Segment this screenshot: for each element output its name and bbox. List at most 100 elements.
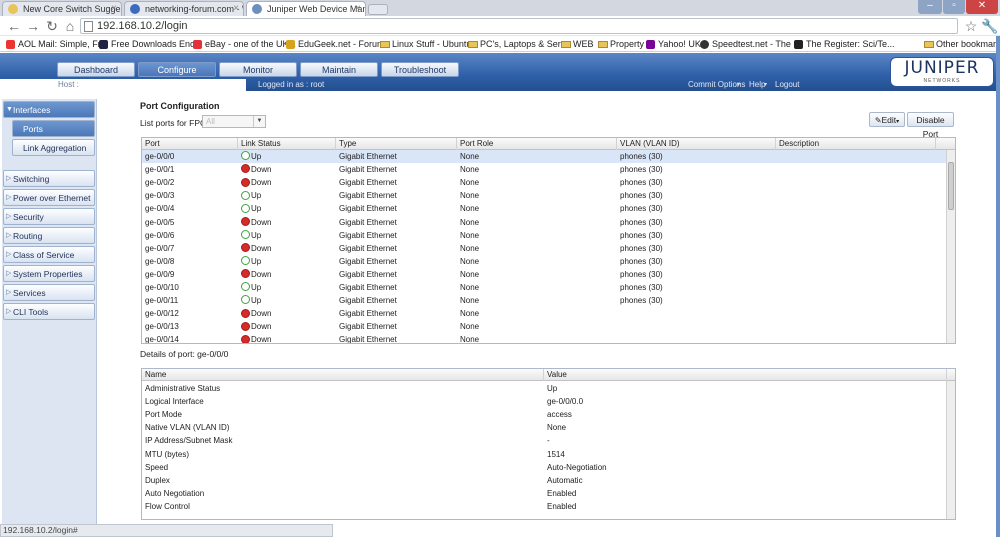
table-row[interactable]: ge-0/0/10 Up Gigabit Ethernet None phones (3…	[142, 281, 947, 294]
tab-maintain[interactable]: Maintain	[300, 62, 378, 77]
window-frame	[996, 36, 1000, 537]
close-tab-icon[interactable]: ×	[355, 2, 361, 16]
sidebar-item-ports[interactable]: Ports	[12, 120, 95, 137]
browser-tab[interactable]: networking-forum.com - \ ×	[124, 1, 244, 16]
address-bar[interactable]: 192.168.10.2/login	[80, 18, 958, 34]
table-row: Auto Negotiation Enabled	[142, 487, 947, 500]
bookmark-folder[interactable]: WEB	[561, 36, 594, 52]
bookmark-item[interactable]: The Register: Sci/Te...	[794, 36, 895, 52]
home-icon[interactable]: ⌂	[62, 18, 78, 34]
table-row[interactable]: ge-0/0/0 Up Gigabit Ethernet None phones (30…	[142, 150, 947, 164]
column-header[interactable]: Port Role	[457, 138, 617, 150]
close-tab-icon[interactable]: ×	[111, 2, 117, 16]
minimize-button[interactable]: –	[918, 0, 942, 14]
ports-scrollbar[interactable]	[946, 150, 955, 343]
sidebar-item-routing[interactable]: ▷ Routing	[3, 227, 95, 244]
table-cell: None	[460, 335, 480, 344]
table-row[interactable]: ge-0/0/13 Down Gigabit Ethernet None	[142, 320, 947, 333]
table-row[interactable]: ge-0/0/3 Up Gigabit Ethernet None phones (30…	[142, 189, 947, 202]
column-header[interactable]: Port	[142, 138, 238, 150]
bookmark-item[interactable]: AOL Mail: Simple, Fr...	[6, 36, 108, 52]
sidebar-item-link-aggregation[interactable]: Link Aggregation	[12, 139, 95, 156]
bookmark-folder[interactable]: Linux Stuff - Ubuntu	[380, 36, 471, 52]
bookmark-item[interactable]: Yahoo! UK	[646, 36, 701, 52]
logo-subtext: NETWORKS	[923, 78, 961, 84]
table-row[interactable]: ge-0/0/12 Down Gigabit Ethernet None	[142, 307, 947, 320]
tab-configure[interactable]: Configure	[138, 62, 216, 77]
networking-favicon-icon	[130, 4, 140, 14]
sidebar-item-power-over-ethernet[interactable]: ▷ Power over Ethernet	[3, 189, 95, 206]
column-header[interactable]: Link Status	[238, 138, 336, 150]
table-row[interactable]: ge-0/0/8 Up Gigabit Ethernet None phones (30…	[142, 255, 947, 268]
logged-in-text: Logged in as : root	[258, 80, 325, 89]
sidebar-item-switching[interactable]: ▷ Switching	[3, 170, 95, 187]
table-cell: None	[460, 217, 480, 227]
tab-troubleshoot[interactable]: Troubleshoot	[381, 62, 459, 77]
wrench-menu-icon[interactable]: 🔧	[981, 18, 998, 34]
table-row[interactable]: ge-0/0/4 Up Gigabit Ethernet None phones (30…	[142, 202, 947, 215]
tab-dashboard[interactable]: Dashboard	[57, 62, 135, 77]
sidebar-item-interfaces[interactable]: ▼ Interfaces	[3, 101, 95, 118]
table-row[interactable]: ge-0/0/11 Up Gigabit Ethernet None phones (3…	[142, 294, 947, 307]
other-bookmarks-folder[interactable]: Other bookmarks	[924, 36, 1000, 52]
table-row[interactable]: ge-0/0/7 Down Gigabit Ethernet None phones (…	[142, 242, 947, 255]
column-header[interactable]: Name	[142, 369, 544, 381]
table-row[interactable]: ge-0/0/1 Down Gigabit Ethernet None phones (…	[142, 163, 947, 176]
app-header: Dashboard Configure Monitor Maintain Tro…	[0, 53, 1000, 91]
table-cell: Gigabit Ethernet	[339, 217, 397, 227]
sidebar-item-label: Switching	[13, 174, 50, 184]
fpc-select[interactable]: All ▼	[202, 115, 266, 128]
table-cell: phones (30)	[620, 165, 663, 175]
table-row[interactable]: ge-0/0/14 Down Gigabit Ethernet None	[142, 333, 947, 344]
table-row[interactable]: ge-0/0/6 Up Gigabit Ethernet None phones (30…	[142, 229, 947, 242]
bookmark-item[interactable]: Speedtest.net - The ...	[700, 36, 801, 52]
help-link[interactable]: Help	[749, 79, 765, 91]
link-status-text: Up	[251, 191, 262, 201]
sidebar-item-cli-tools[interactable]: ▷ CLI Tools	[3, 303, 95, 320]
table-cell: None	[460, 165, 480, 175]
bookmark-star-icon[interactable]: ☆	[963, 18, 979, 34]
browser-tab[interactable]: New Core Switch Suggesti ×	[2, 1, 122, 16]
maximize-button[interactable]: ▫	[943, 0, 965, 14]
table-row[interactable]: ge-0/0/5 Down Gigabit Ethernet None phones (…	[142, 216, 947, 229]
details-scrollbar[interactable]	[946, 381, 955, 519]
disable-port-button[interactable]: Disable Port	[907, 112, 954, 139]
back-arrow-icon[interactable]: ←	[6, 18, 22, 34]
sidebar-item-services[interactable]: ▷ Services	[3, 284, 95, 301]
forward-arrow-icon[interactable]: →	[25, 18, 41, 34]
close-window-button[interactable]: ✕	[966, 0, 998, 14]
bookmark-item[interactable]: eBay - one of the UK...	[193, 36, 296, 52]
table-cell: phones (30)	[620, 243, 663, 253]
status-down-icon	[241, 269, 250, 279]
browser-tab-active[interactable]: Juniper Web Device Manag ×	[246, 1, 366, 16]
sidebar-item-class-of-service[interactable]: ▷ Class of Service	[3, 246, 95, 263]
bookmark-item[interactable]: Free Downloads Enc...	[99, 36, 202, 52]
juniper-favicon-icon	[252, 4, 262, 14]
link-status-text: Up	[251, 283, 262, 292]
reload-icon[interactable]: ↻	[44, 18, 60, 34]
column-header[interactable]: Description	[776, 138, 936, 150]
bookmark-folder[interactable]: PC's, Laptops & Ser...	[468, 36, 568, 52]
column-header[interactable]: VLAN (VLAN ID)	[617, 138, 776, 150]
link-status-cell: Up	[238, 294, 261, 307]
scroll-thumb[interactable]	[948, 162, 954, 210]
bookmark-item[interactable]: EduGeek.net - Forums	[286, 36, 389, 52]
bookmark-folder[interactable]: Property	[598, 36, 644, 52]
column-header[interactable]: Value	[544, 369, 947, 381]
table-row[interactable]: ge-0/0/2 Down Gigabit Ethernet None phones (…	[142, 176, 947, 189]
aol-icon	[6, 40, 15, 49]
sidebar-item-system-properties[interactable]: ▷ System Properties	[3, 265, 95, 282]
logout-link[interactable]: Logout	[775, 79, 799, 91]
property-value: Automatic	[547, 475, 583, 485]
column-header[interactable]: Type	[336, 138, 457, 150]
close-tab-icon[interactable]: ×	[233, 2, 239, 16]
new-tab-button[interactable]	[368, 4, 388, 15]
status-down-icon	[241, 216, 250, 226]
edit-button[interactable]: ✎Edit▾	[869, 112, 905, 127]
sidebar-item-security[interactable]: ▷ Security	[3, 208, 95, 225]
register-icon	[794, 40, 803, 49]
tab-monitor[interactable]: Monitor	[219, 62, 297, 77]
table-row[interactable]: ge-0/0/9 Down Gigabit Ethernet None phones (…	[142, 268, 947, 281]
property-name: Speed	[145, 462, 169, 472]
browser-tab-title: networking-forum.com - \	[145, 4, 244, 14]
